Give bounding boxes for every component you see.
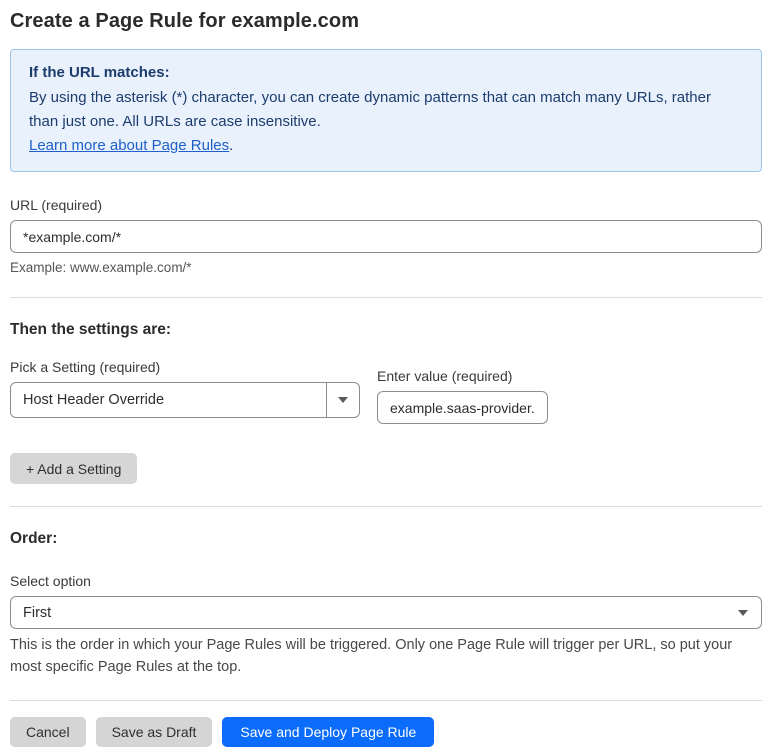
- order-helper-text: This is the order in which your Page Rul…: [10, 637, 733, 675]
- settings-row: Pick a Setting (required) Host Header Ov…: [10, 359, 762, 424]
- info-box-link-line: Learn more about Page Rules.: [29, 134, 743, 158]
- url-match-info-box: If the URL matches: By using the asteris…: [10, 49, 762, 172]
- divider: [10, 506, 762, 507]
- chevron-down-icon: [738, 609, 748, 616]
- order-selected-value: First: [23, 604, 52, 621]
- url-input[interactable]: [10, 220, 762, 253]
- cancel-button[interactable]: Cancel: [10, 717, 86, 747]
- setting-value-input[interactable]: [377, 391, 548, 424]
- create-page-rule-panel: Create a Page Rule for example.com If th…: [0, 0, 772, 747]
- save-draft-button[interactable]: Save as Draft: [95, 717, 213, 747]
- chevron-down-icon: [338, 397, 348, 403]
- divider: [10, 700, 762, 701]
- setting-picker-arrow-segment[interactable]: [326, 383, 359, 417]
- add-setting-button[interactable]: + Add a Setting: [10, 453, 138, 484]
- divider: [10, 297, 762, 298]
- setting-picker-label: Pick a Setting (required): [10, 359, 161, 375]
- value-field-label: Enter value (required): [377, 368, 513, 384]
- setting-value-column: Enter value (required): [377, 359, 548, 424]
- info-box-heading: If the URL matches:: [29, 64, 170, 81]
- order-section-heading: Order:: [10, 530, 58, 547]
- order-select[interactable]: First: [10, 596, 762, 629]
- learn-more-link[interactable]: Learn more about Page Rules: [29, 137, 229, 154]
- save-deploy-button[interactable]: Save and Deploy Page Rule: [222, 717, 435, 747]
- link-period: .: [229, 137, 234, 154]
- url-example-helper: Example: www.example.com/*: [10, 260, 192, 275]
- page-title: Create a Page Rule for example.com: [10, 10, 360, 32]
- info-box-body: By using the asterisk (*) character, you…: [29, 89, 711, 130]
- settings-section-heading: Then the settings are:: [10, 321, 172, 338]
- setting-picker-select[interactable]: Host Header Override: [10, 382, 360, 418]
- url-field-label: URL (required): [10, 197, 103, 213]
- setting-picker-selected-value: Host Header Override: [23, 392, 165, 408]
- order-select-label: Select option: [10, 573, 91, 589]
- setting-picker-column: Pick a Setting (required) Host Header Ov…: [10, 359, 360, 424]
- footer-actions: Cancel Save as Draft Save and Deploy Pag…: [10, 717, 762, 747]
